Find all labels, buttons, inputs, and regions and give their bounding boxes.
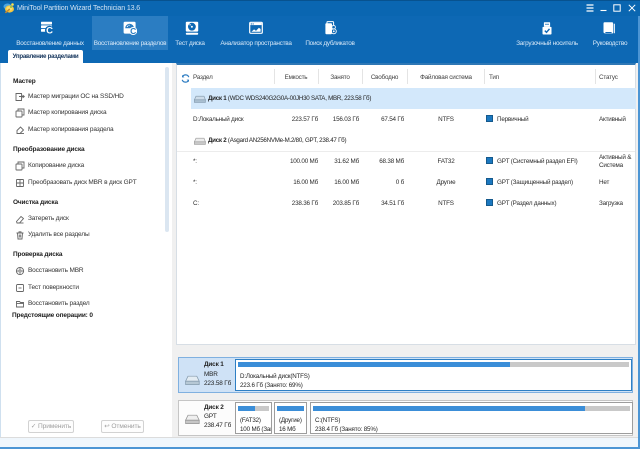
svg-text:C: C [46,25,53,34]
svg-text:C: C [130,26,136,35]
